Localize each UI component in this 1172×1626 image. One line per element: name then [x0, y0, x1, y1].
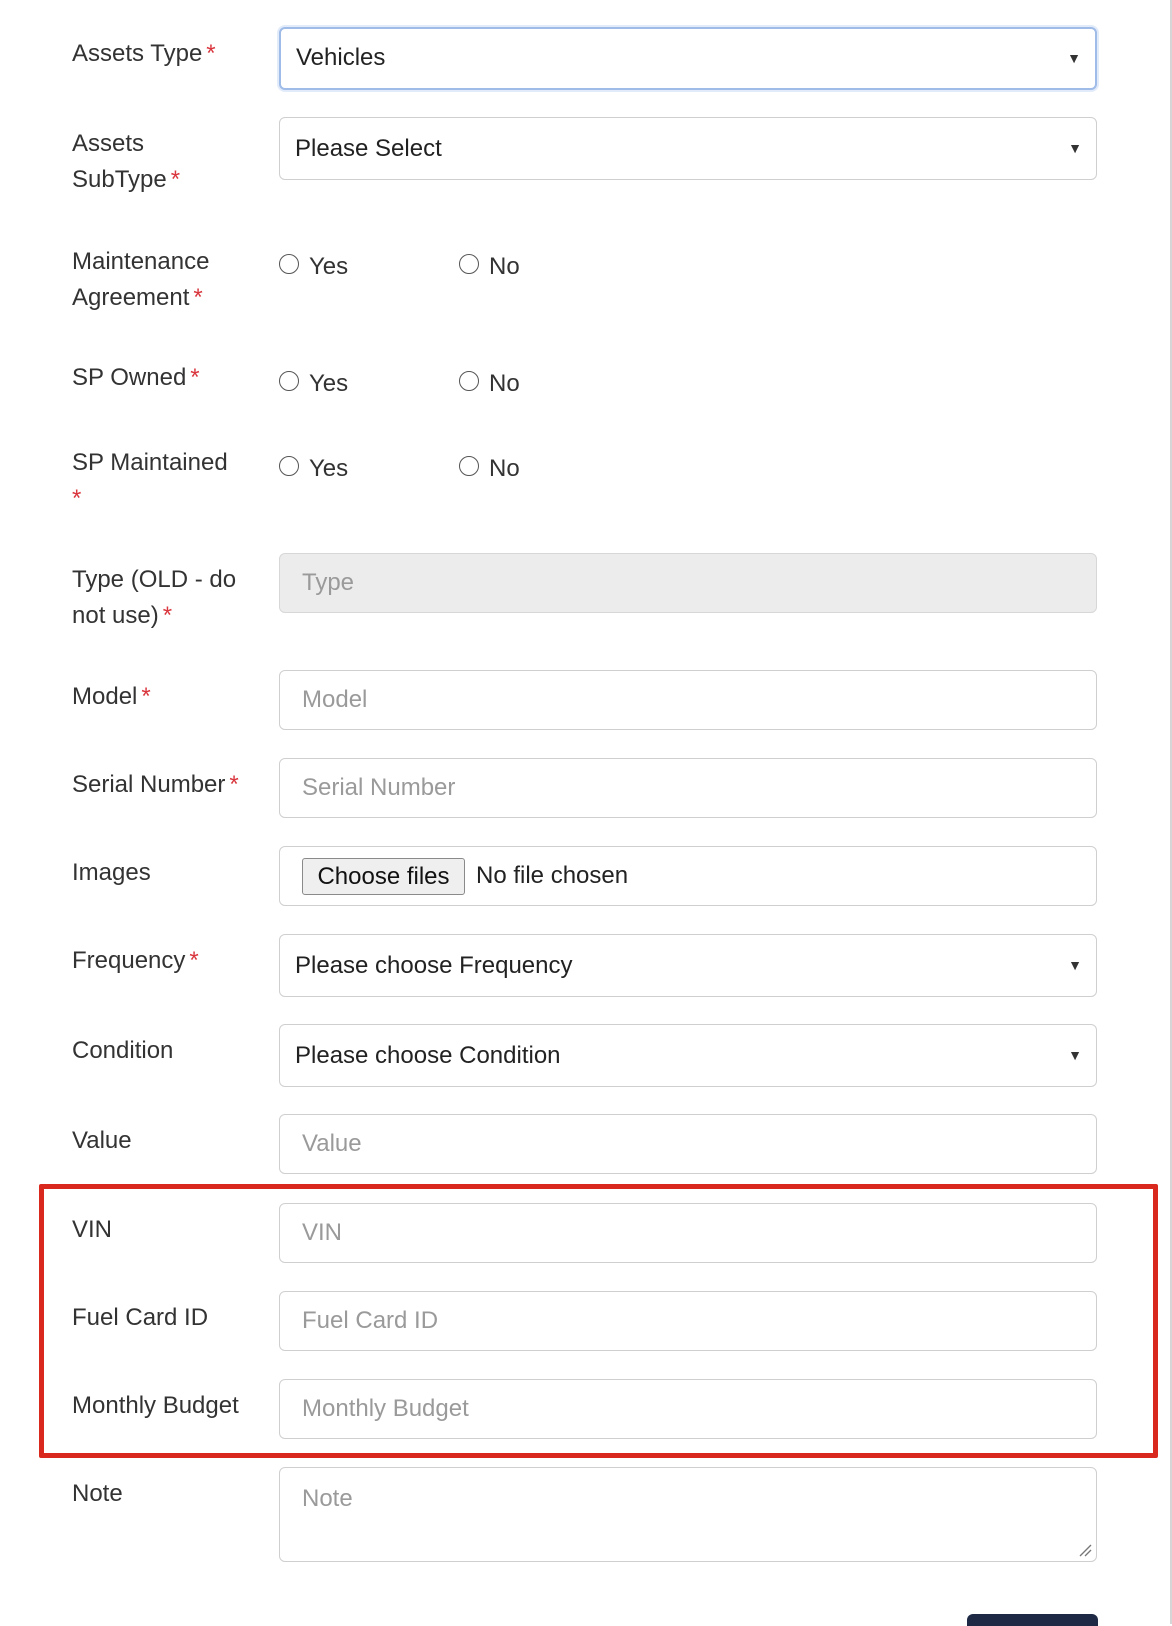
serial-number-input[interactable]: Serial Number [279, 758, 1097, 818]
radio-circle-icon [279, 371, 299, 391]
required-mark: * [229, 771, 239, 798]
radio-circle-icon [279, 456, 299, 476]
images-label: Images [72, 859, 151, 886]
monthly-budget-input[interactable]: Monthly Budget [279, 1379, 1097, 1439]
required-mark: * [72, 485, 82, 512]
radio-circle-icon [279, 254, 299, 274]
serial-number-placeholder: Serial Number [302, 774, 456, 801]
frequency-value: Please choose Frequency [295, 952, 573, 979]
value-input[interactable]: Value [279, 1114, 1097, 1174]
frequency-select[interactable]: Please choose Frequency ▼ [279, 934, 1097, 997]
condition-label: Condition [72, 1037, 174, 1064]
required-mark: * [141, 683, 151, 710]
note-label: Note [72, 1480, 123, 1507]
value-label: Value [72, 1127, 132, 1154]
value-placeholder: Value [302, 1130, 362, 1157]
condition-select[interactable]: Please choose Condition ▼ [279, 1024, 1097, 1087]
required-mark: * [189, 947, 199, 974]
vin-placeholder: VIN [302, 1219, 343, 1246]
radio-circle-icon [459, 456, 479, 476]
vin-input[interactable]: VIN [279, 1203, 1097, 1263]
serial-number-label: Serial Number * [72, 771, 239, 798]
required-mark: * [162, 602, 173, 629]
model-label: Model * [72, 683, 151, 710]
radio-circle-icon [459, 371, 479, 391]
assets-type-label: Assets Type * [72, 40, 216, 67]
note-textarea[interactable]: Note [279, 1467, 1097, 1562]
chevron-down-icon: ▼ [1068, 140, 1082, 156]
submit-button[interactable] [967, 1614, 1098, 1626]
assets-subtype-select[interactable]: Please Select ▼ [279, 117, 1097, 180]
required-mark: * [206, 40, 216, 67]
frequency-label: Frequency * [72, 947, 199, 974]
condition-value: Please choose Condition [295, 1042, 561, 1069]
fuel-card-id-label: Fuel Card ID [72, 1304, 209, 1331]
images-file-field: Choose files No file chosen [279, 846, 1097, 906]
required-mark: * [170, 166, 181, 193]
radio-circle-icon [459, 254, 479, 274]
file-status-text: No file chosen [476, 862, 629, 889]
resize-handle-icon[interactable] [1078, 1543, 1092, 1557]
fuel-card-id-placeholder: Fuel Card ID [302, 1307, 439, 1334]
model-input[interactable]: Model [279, 670, 1097, 730]
note-placeholder: Note [302, 1485, 353, 1512]
choose-files-button[interactable]: Choose files [302, 858, 465, 895]
fuel-card-id-input[interactable]: Fuel Card ID [279, 1291, 1097, 1351]
model-placeholder: Model [302, 686, 368, 713]
chevron-down-icon: ▼ [1068, 1047, 1082, 1063]
type-old-label: Type (OLD - do not use) * [72, 566, 237, 629]
assets-type-select[interactable]: Vehicles ▼ [279, 27, 1097, 90]
assets-subtype-label: Assets SubType * [72, 130, 181, 193]
assets-type-value: Vehicles [296, 44, 386, 71]
monthly-budget-label: Monthly Budget [72, 1392, 239, 1419]
sp-owned-label: SP Owned * [72, 364, 200, 391]
chevron-down-icon: ▼ [1068, 957, 1082, 973]
type-old-placeholder: Type [302, 569, 355, 596]
maintenance-agreement-label: Maintenance Agreement * [72, 248, 210, 311]
required-mark: * [190, 364, 200, 391]
monthly-budget-placeholder: Monthly Budget [302, 1395, 469, 1422]
required-mark: * [193, 284, 203, 311]
sp-maintained-label: SP Maintained * [72, 449, 228, 512]
vin-label: VIN [72, 1216, 113, 1243]
assets-subtype-value: Please Select [295, 135, 442, 162]
type-old-input: Type [279, 553, 1097, 613]
chevron-down-icon: ▼ [1067, 50, 1081, 66]
